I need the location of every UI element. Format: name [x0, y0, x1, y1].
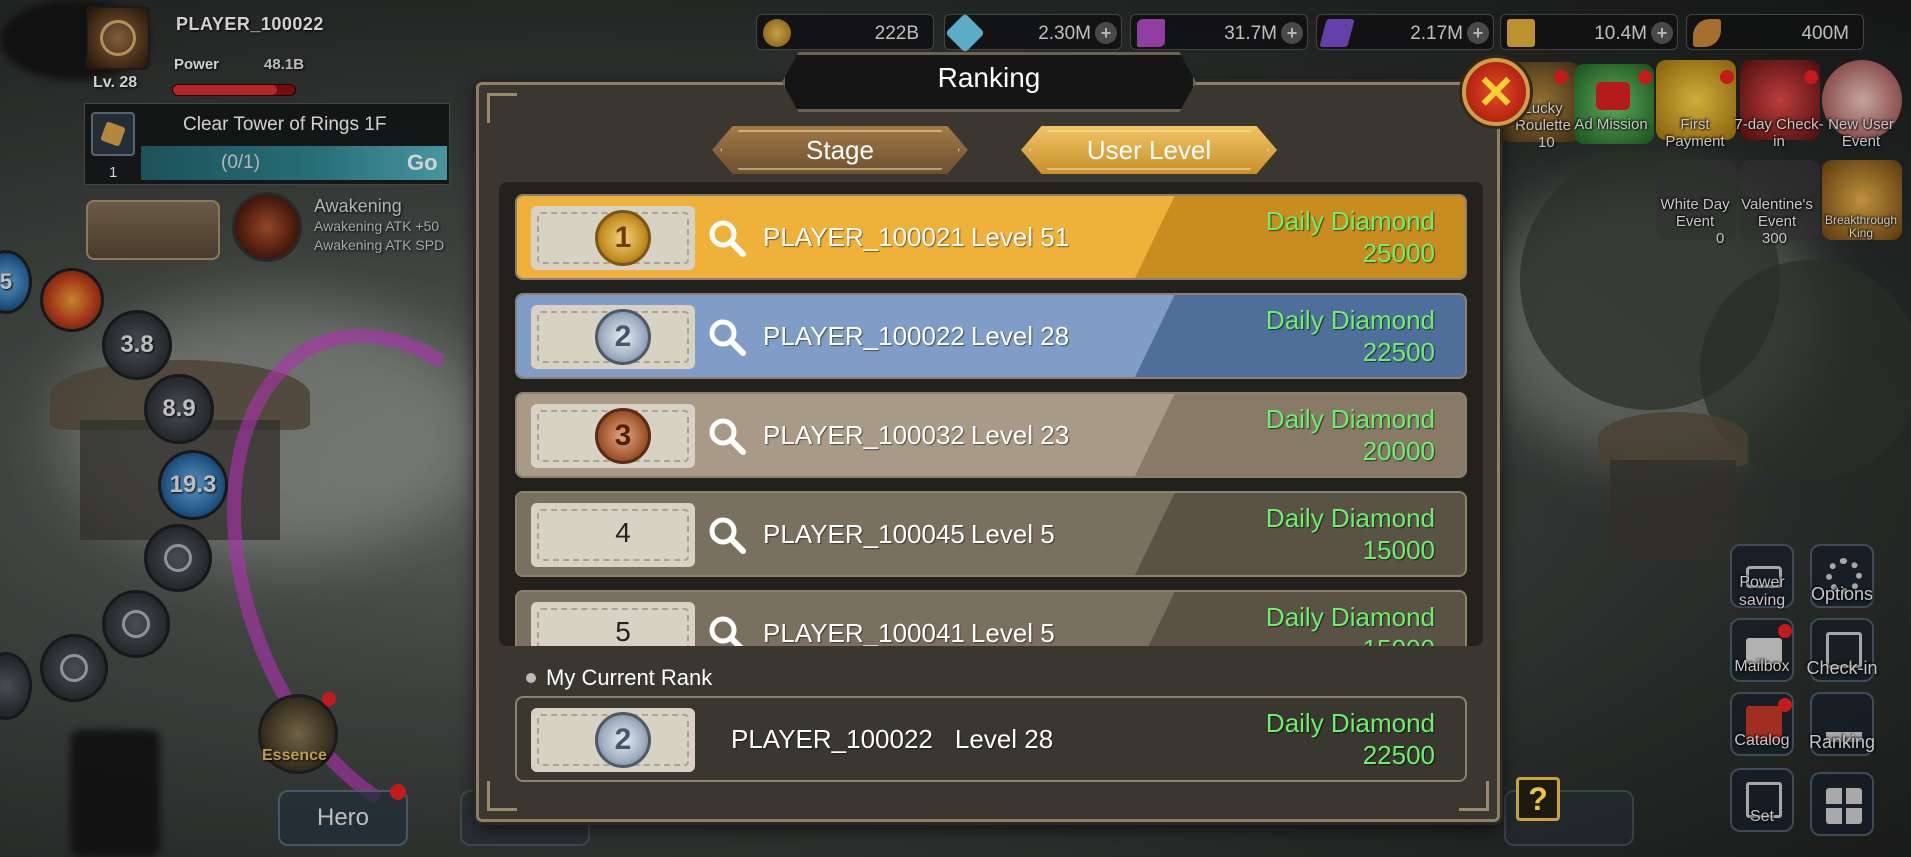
player-level: Level 51 [970, 222, 1070, 252]
bronze-medal-icon: 3 [595, 408, 651, 464]
search-icon[interactable] [707, 218, 747, 258]
player-level: Level 28 [954, 724, 1054, 754]
close-icon: ✕ [1476, 66, 1516, 118]
ranking-row[interactable]: 2 PLAYER_100022 Level 28 Daily Diamond 2250… [515, 293, 1467, 379]
rank-plate: 2 [531, 305, 695, 369]
search-icon[interactable] [707, 515, 747, 555]
gold-medal-icon: 1 [595, 210, 651, 266]
silver-medal-icon: 2 [595, 712, 651, 768]
reward-value: 15000 [1363, 634, 1435, 646]
close-button[interactable]: ✕ [1462, 58, 1530, 126]
player-name: PLAYER_100022 [731, 724, 933, 754]
reward-label: Daily Diamond [1265, 404, 1435, 434]
player-entry: PLAYER_100041 Level 5 [763, 618, 1055, 646]
player-level: Level 5 [970, 618, 1055, 646]
ornament-corner [1459, 781, 1489, 811]
ranking-list[interactable]: 1 PLAYER_100021 Level 51 Daily Diamond 2500… [499, 182, 1483, 646]
help-button[interactable]: ? [1516, 777, 1560, 821]
player-entry: PLAYER_100032 Level 23 [763, 420, 1069, 451]
reward-value: 20000 [1362, 436, 1435, 466]
reward-label: Daily Diamond [1265, 602, 1435, 632]
ranking-row[interactable]: 5 PLAYER_100041 Level 5 Daily Diamond 15000 [515, 590, 1467, 646]
bullet-icon [526, 673, 536, 683]
rank-plate: 4 [531, 503, 695, 567]
rank-number: 4 [615, 517, 631, 548]
ranking-row[interactable]: 1 PLAYER_100021 Level 51 Daily Diamond 2500… [515, 194, 1467, 280]
player-name: PLAYER_100041 [763, 618, 965, 646]
my-rank-row: 2 PLAYER_100022 Level 28 Daily Diamond 2250… [515, 696, 1467, 782]
my-rank-label: My Current Rank [546, 665, 713, 690]
player-name: PLAYER_100045 [763, 519, 965, 549]
player-name: PLAYER_100032 [763, 420, 965, 450]
rank-plate: 3 [531, 404, 695, 468]
tab-stage[interactable]: Stage [712, 126, 968, 174]
ornament-corner [487, 93, 517, 123]
reward-value: 22500 [1362, 337, 1435, 367]
reward-label: Daily Diamond [1265, 708, 1435, 738]
ornament-corner [487, 781, 517, 811]
player-entry: PLAYER_100021 Level 51 [763, 222, 1069, 253]
search-icon[interactable] [707, 317, 747, 357]
tab-stage-label: Stage [806, 134, 874, 165]
reward-value: 25000 [1362, 238, 1435, 268]
rank-number: 5 [615, 616, 631, 646]
reward-label: Daily Diamond [1265, 305, 1435, 335]
reward-value: 15000 [1362, 535, 1435, 565]
player-level: Level 28 [970, 321, 1070, 351]
player-entry: PLAYER_100022 Level 28 [763, 321, 1069, 352]
player-name: PLAYER_100022 [763, 321, 965, 351]
tab-user-level[interactable]: User Level [1021, 126, 1277, 174]
player-entry: PLAYER_100045 Level 5 [763, 519, 1055, 550]
rank-plate: 2 [531, 708, 695, 772]
modal-title: Ranking [937, 62, 1041, 93]
search-icon[interactable] [707, 614, 747, 646]
player-name: PLAYER_100021 [763, 222, 965, 252]
ranking-row[interactable]: 4 PLAYER_100045 Level 5 Daily Diamond 15000 [515, 491, 1467, 577]
tab-user-level-label: User Level [1086, 134, 1212, 165]
silver-medal-icon: 2 [595, 309, 651, 365]
ranking-row[interactable]: 3 PLAYER_100032 Level 23 Daily Diamond 2000… [515, 392, 1467, 478]
player-entry: PLAYER_100022 Level 28 [731, 724, 1053, 755]
reward-value: 22500 [1362, 740, 1435, 770]
player-level: Level 23 [970, 420, 1070, 450]
player-level: Level 5 [970, 519, 1055, 549]
rank-plate: 5 [531, 602, 695, 646]
search-icon[interactable] [707, 416, 747, 456]
reward-label: Daily Diamond [1265, 503, 1435, 533]
reward-label: Daily Diamond [1265, 206, 1435, 236]
question-icon: ? [1528, 780, 1548, 817]
rank-plate: 1 [531, 206, 695, 270]
